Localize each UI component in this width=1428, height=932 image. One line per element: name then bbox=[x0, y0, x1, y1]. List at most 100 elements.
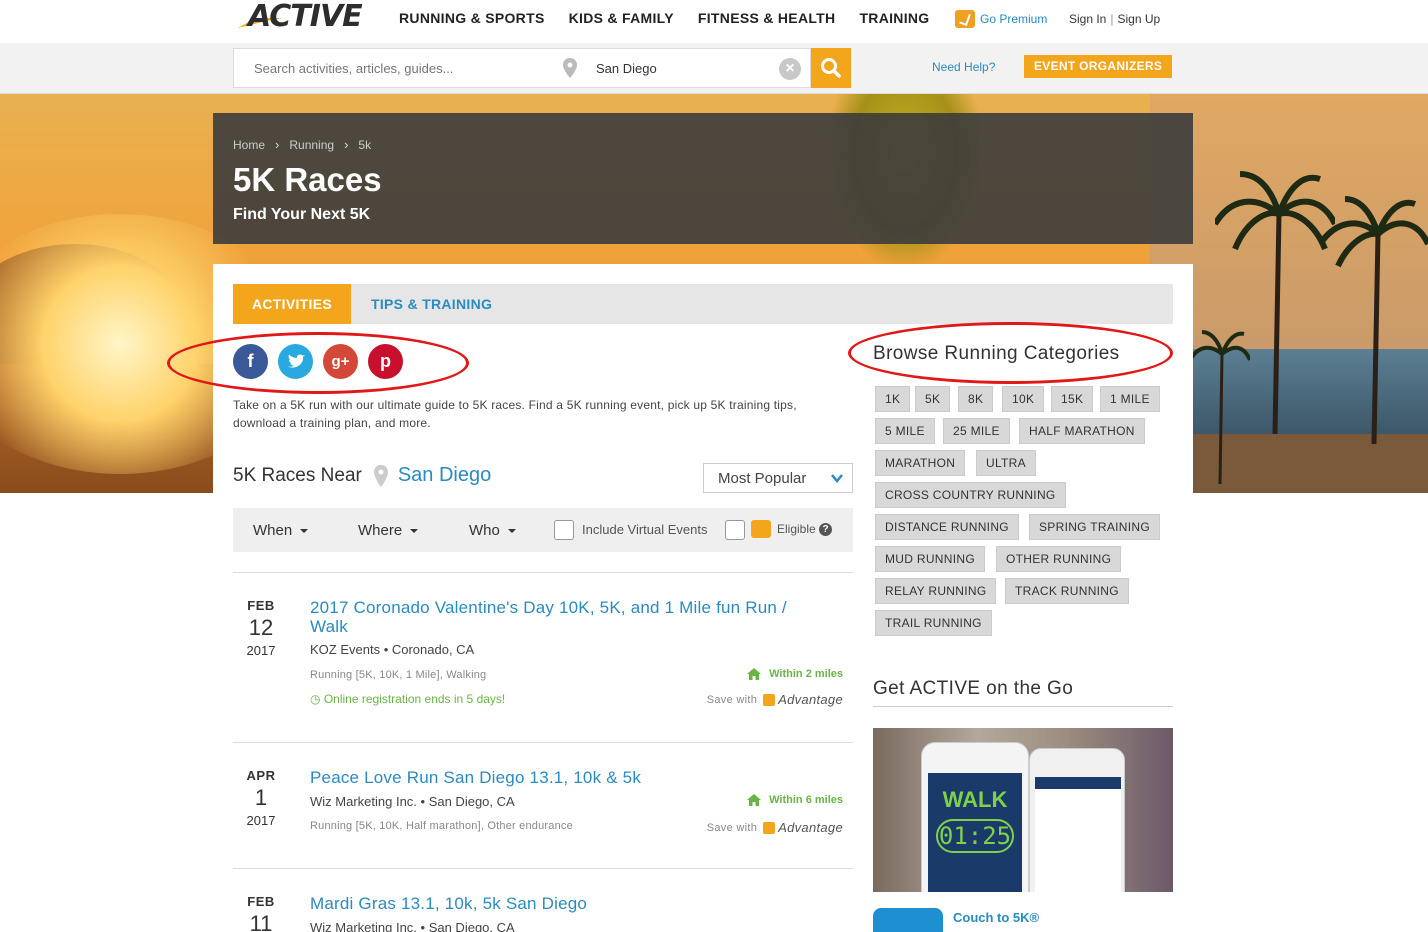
category-chip[interactable]: CROSS COUNTRY RUNNING bbox=[875, 482, 1066, 508]
phone-mockup bbox=[1029, 748, 1125, 892]
active-logo[interactable]: ACTIVE bbox=[236, 2, 370, 32]
breadcrumb-home[interactable]: Home bbox=[233, 138, 265, 152]
premium-badge-icon bbox=[955, 10, 975, 28]
eligible-checkbox[interactable] bbox=[725, 520, 745, 540]
save-with-advantage[interactable]: Save with Advantage bbox=[707, 692, 843, 707]
nav-kids-family[interactable]: KIDS & FAMILY bbox=[569, 10, 674, 26]
clock-icon: ◷ bbox=[310, 692, 324, 706]
house-icon bbox=[747, 794, 762, 806]
get-active-title: Get ACTIVE on the Go bbox=[873, 678, 1074, 699]
caret-down-icon bbox=[300, 528, 309, 533]
phone-screen bbox=[1035, 777, 1121, 892]
search-input[interactable] bbox=[254, 61, 524, 76]
distance-text: Within 6 miles bbox=[769, 794, 843, 806]
event-row: FEB 12 2017 2017 Coronado Valentine's Da… bbox=[233, 598, 853, 718]
nav-running-sports[interactable]: RUNNING & SPORTS bbox=[399, 10, 545, 26]
event-year: 2017 bbox=[246, 813, 276, 828]
main-nav: RUNNING & SPORTS KIDS & FAMILY FITNESS &… bbox=[399, 10, 954, 26]
chevron-right-icon: › bbox=[275, 137, 280, 152]
category-chip[interactable]: ULTRA bbox=[976, 450, 1036, 476]
house-icon bbox=[747, 668, 762, 680]
virtual-events-checkbox[interactable] bbox=[554, 520, 574, 540]
category-chip[interactable]: 5K bbox=[915, 386, 951, 412]
category-chip[interactable]: RELAY RUNNING bbox=[875, 578, 997, 604]
event-month: APR bbox=[246, 768, 276, 783]
filter-when[interactable]: When bbox=[253, 522, 309, 539]
advantage-text: Advantage bbox=[778, 820, 843, 835]
save-with-advantage[interactable]: Save with Advantage bbox=[707, 820, 843, 835]
breadcrumb-5k[interactable]: 5k bbox=[358, 138, 371, 152]
distance-text: Within 2 miles bbox=[769, 668, 843, 680]
search-button[interactable] bbox=[811, 48, 851, 88]
couch-to-5k-link[interactable]: Couch to 5K® bbox=[953, 910, 1039, 932]
category-chip[interactable]: 15K bbox=[1051, 386, 1094, 412]
registration-text: Online registration ends in 5 days! bbox=[323, 692, 506, 706]
event-title-link[interactable]: Peace Love Run San Diego 13.1, 10k & 5k bbox=[310, 768, 820, 787]
logo-text: ACTIVE bbox=[248, 0, 363, 34]
category-chip[interactable]: MARATHON bbox=[875, 450, 966, 476]
virtual-events-label: Include Virtual Events bbox=[582, 522, 708, 537]
category-chip[interactable]: 1 MILE bbox=[1100, 386, 1160, 412]
event-month: FEB bbox=[247, 598, 275, 613]
results-city-link[interactable]: San Diego bbox=[398, 464, 491, 487]
results-heading: 5K Races Near San Diego bbox=[233, 464, 491, 487]
caret-down-icon bbox=[507, 528, 516, 533]
hero-title-panel: Home › Running › 5k 5K Races Find Your N… bbox=[213, 113, 1193, 244]
category-chip[interactable]: 5 MILE bbox=[875, 418, 935, 444]
nav-training[interactable]: TRAINING bbox=[859, 10, 929, 26]
save-with-label: Save with bbox=[706, 693, 758, 706]
search-band: × Need Help? EVENT ORGANIZERS bbox=[0, 43, 1428, 94]
phone-mockup: WALK 01:25 bbox=[921, 742, 1029, 892]
nav-fitness-health[interactable]: FITNESS & HEALTH bbox=[698, 10, 836, 26]
sign-in-link[interactable]: Sign In bbox=[1069, 12, 1106, 26]
event-organizer: KOZ Events • Coronado, CA bbox=[310, 642, 475, 657]
help-icon[interactable]: ? bbox=[819, 523, 832, 536]
save-with-label: Save with bbox=[706, 821, 758, 834]
filter-who[interactable]: Who bbox=[469, 522, 516, 539]
category-chip[interactable]: MUD RUNNING bbox=[875, 546, 985, 572]
category-chip[interactable]: SPRING TRAINING bbox=[1029, 514, 1160, 540]
sign-up-link[interactable]: Sign Up bbox=[1117, 12, 1160, 26]
event-day: 1 bbox=[254, 785, 268, 810]
clear-location-icon[interactable]: × bbox=[779, 58, 801, 80]
event-row: FEB 11 Mardi Gras 13.1, 10k, 5k San Dieg… bbox=[233, 894, 853, 932]
chevron-down-icon bbox=[831, 474, 843, 483]
phone-screen: WALK 01:25 bbox=[928, 773, 1022, 892]
category-chip[interactable]: 25 MILE bbox=[943, 418, 1010, 444]
browse-categories-title: Browse Running Categories bbox=[873, 343, 1120, 364]
phone-header-bar bbox=[1035, 777, 1121, 789]
category-chip[interactable]: 8K bbox=[958, 386, 994, 412]
registration-notice: ◷ Online registration ends in 5 days! bbox=[310, 692, 505, 706]
location-pin-icon bbox=[373, 464, 388, 487]
event-date: FEB 12 2017 bbox=[233, 598, 289, 658]
breadcrumb: Home › Running › 5k bbox=[233, 137, 371, 152]
event-title-link[interactable]: 2017 Coronado Valentine's Day 10K, 5K, a… bbox=[310, 598, 820, 636]
tab-tips-training[interactable]: TIPS & TRAINING bbox=[371, 284, 492, 324]
category-chip[interactable]: OTHER RUNNING bbox=[996, 546, 1122, 572]
category-chip[interactable]: TRAIL RUNNING bbox=[875, 610, 992, 636]
advantage-badge-icon bbox=[751, 520, 771, 538]
couch-to-5k-app[interactable]: Couch to 5K® bbox=[873, 908, 1039, 932]
filter-where[interactable]: Where bbox=[358, 522, 419, 539]
category-chip[interactable]: 10K bbox=[1002, 386, 1045, 412]
need-help-link[interactable]: Need Help? bbox=[932, 60, 995, 74]
event-date: APR 1 2017 bbox=[233, 768, 289, 828]
app-promo-image[interactable]: WALK 01:25 bbox=[873, 728, 1173, 892]
category-chip[interactable]: DISTANCE RUNNING bbox=[875, 514, 1019, 540]
event-row: APR 1 2017 Peace Love Run San Diego 13.1… bbox=[233, 768, 853, 868]
main-content: ACTIVITIES TIPS & TRAINING f g+ p Take o… bbox=[167, 264, 1193, 932]
event-organizers-button[interactable]: EVENT ORGANIZERS bbox=[1024, 55, 1173, 78]
category-chip[interactable]: 1K bbox=[875, 386, 911, 412]
event-day: 11 bbox=[249, 911, 273, 932]
go-premium-link[interactable]: Go Premium bbox=[955, 10, 1047, 28]
event-title-link[interactable]: Mardi Gras 13.1, 10k, 5k San Diego bbox=[310, 894, 820, 913]
sort-select[interactable]: Most Popular bbox=[703, 463, 853, 493]
breadcrumb-running[interactable]: Running bbox=[289, 138, 334, 152]
category-chip[interactable]: HALF MARATHON bbox=[1019, 418, 1145, 444]
location-input[interactable] bbox=[596, 61, 756, 76]
sort-value: Most Popular bbox=[718, 470, 807, 487]
advantage-text: Advantage bbox=[778, 692, 843, 707]
category-chip[interactable]: TRACK RUNNING bbox=[1005, 578, 1129, 604]
event-day: 12 bbox=[248, 615, 274, 640]
tab-activities[interactable]: ACTIVITIES bbox=[233, 284, 351, 324]
